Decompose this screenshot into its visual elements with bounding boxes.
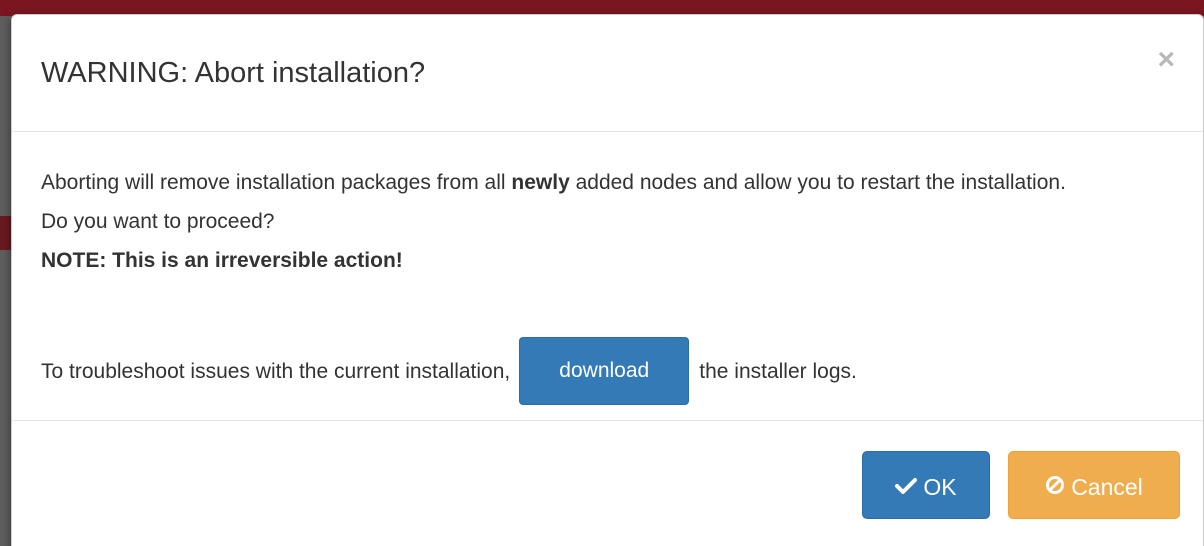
dialog-title: WARNING: Abort installation? (41, 57, 426, 89)
close-button[interactable]: × (1157, 45, 1175, 75)
troubleshoot-line: To troubleshoot issues with the current … (41, 337, 857, 405)
dialog-footer: OK Cancel (12, 420, 1203, 546)
checkmark-icon (895, 454, 918, 520)
description-text-start: Aborting will remove installation packag… (41, 171, 512, 194)
proceed-question: Do you want to proceed? (41, 210, 275, 233)
description-text-end: added nodes and allow you to restart the… (569, 171, 1066, 194)
ban-icon (1045, 454, 1065, 520)
ok-button[interactable]: OK (862, 451, 990, 519)
troubleshoot-text-after: the installer logs. (699, 359, 857, 383)
cancel-label: Cancel (1071, 473, 1143, 500)
cancel-button[interactable]: Cancel (1008, 451, 1180, 519)
download-logs-button[interactable]: download (519, 337, 690, 405)
dialog-header: WARNING: Abort installation? × (12, 15, 1203, 132)
irreversible-note: NOTE: This is an irreversible action! (41, 249, 403, 272)
troubleshoot-text-before: To troubleshoot issues with the current … (41, 359, 511, 383)
abort-installation-dialog: WARNING: Abort installation? × Aborting … (11, 14, 1204, 546)
abort-description: Aborting will remove installation packag… (41, 163, 1181, 202)
ok-label: OK (923, 473, 957, 500)
description-emphasis: newly (511, 171, 570, 194)
dialog-body: Aborting will remove installation packag… (41, 163, 1181, 405)
